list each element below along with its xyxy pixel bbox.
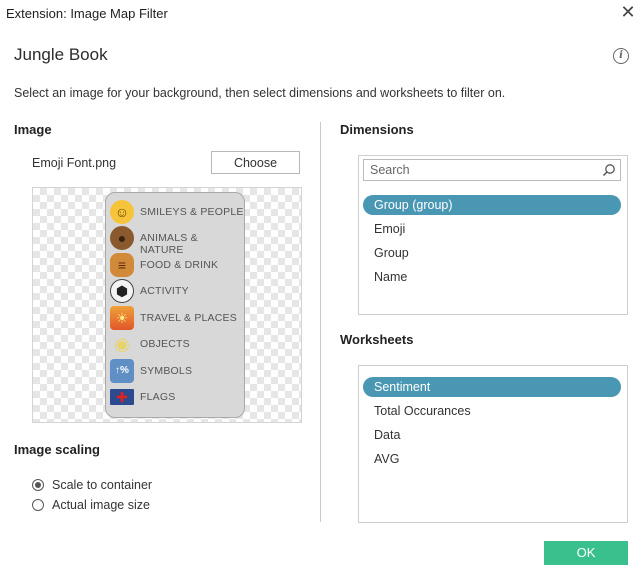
worksheets-section-label: Worksheets <box>340 332 414 347</box>
close-icon[interactable]: ✕ <box>618 2 638 22</box>
burger-icon: ≡ <box>110 253 134 277</box>
sunset-icon: ☀ <box>110 306 134 330</box>
worksheet-item[interactable]: Total Occurances <box>363 401 621 421</box>
worksheet-item[interactable]: Data <box>363 425 621 445</box>
emoji-category-row: ↑% SYMBOLS <box>110 359 244 383</box>
emoji-category-label: SYMBOLS <box>140 365 193 377</box>
worksheets-list[interactable]: Sentiment Total Occurances Data AVG <box>358 365 628 523</box>
emoji-category-label: FLAGS <box>140 391 176 403</box>
dimension-item[interactable]: Group (group) <box>363 195 621 215</box>
smiley-icon: ☺ <box>110 200 134 224</box>
search-input[interactable] <box>364 160 600 180</box>
emoji-category-row: ☀ TRAVEL & PLACES <box>110 306 244 330</box>
image-file-name: Emoji Font.png <box>32 156 117 170</box>
dimension-item[interactable]: Name <box>363 267 621 287</box>
page-title: Jungle Book <box>14 45 108 64</box>
radio-label: Actual image size <box>52 498 150 512</box>
uk-flag-icon: ✚ <box>110 389 134 405</box>
emoji-category-panel: ☺ SMILEYS & PEOPLE ● ANIMALS & NATURE ≡ … <box>105 192 245 418</box>
emoji-category-row: ≡ FOOD & DRINK <box>110 253 244 277</box>
emoji-category-label: ACTIVITY <box>140 285 189 297</box>
image-preview: ☺ SMILEYS & PEOPLE ● ANIMALS & NATURE ≡ … <box>32 187 302 423</box>
bear-icon: ● <box>110 226 134 250</box>
instructions-text: Select an image for your background, the… <box>14 86 506 100</box>
dimensions-section-label: Dimensions <box>340 122 414 137</box>
emoji-category-row: ◉ OBJECTS <box>110 332 244 356</box>
worksheet-item[interactable]: Sentiment <box>363 377 621 397</box>
emoji-category-label: SMILEYS & PEOPLE <box>140 206 244 218</box>
emoji-category-row: ⬢ ACTIVITY <box>110 279 244 303</box>
dimensions-list[interactable]: Group (group) Emoji Group Name <box>358 155 628 315</box>
soccer-ball-icon: ⬢ <box>110 279 134 303</box>
ok-button[interactable]: OK <box>544 541 628 565</box>
dimensions-search[interactable] <box>363 159 621 181</box>
lightbulb-icon: ◉ <box>114 334 130 354</box>
radio-label: Scale to container <box>52 478 153 492</box>
choose-button[interactable]: Choose <box>211 151 300 174</box>
worksheet-item[interactable]: AVG <box>363 449 621 469</box>
emoji-category-row: ● ANIMALS & NATURE <box>110 226 244 256</box>
column-divider <box>320 122 321 522</box>
dimension-item[interactable]: Emoji <box>363 219 621 239</box>
emoji-category-row: ✚ FLAGS <box>110 385 244 409</box>
emoji-category-label: OBJECTS <box>140 338 190 350</box>
symbols-icon: ↑% <box>110 359 134 383</box>
image-scaling-label: Image scaling <box>14 442 100 457</box>
search-icon[interactable] <box>602 163 616 177</box>
info-icon[interactable]: i <box>613 48 629 64</box>
emoji-category-row: ☺ SMILEYS & PEOPLE <box>110 200 244 224</box>
window-title: Extension: Image Map Filter <box>6 6 168 21</box>
emoji-category-label: FOOD & DRINK <box>140 259 219 271</box>
window-titlebar: Extension: Image Map Filter ✕ <box>0 0 643 28</box>
radio-button[interactable] <box>32 499 44 511</box>
image-section-label: Image <box>14 122 52 137</box>
emoji-category-label: TRAVEL & PLACES <box>140 312 237 324</box>
radio-button-checked[interactable] <box>32 479 44 491</box>
dimension-item[interactable]: Group <box>363 243 621 263</box>
